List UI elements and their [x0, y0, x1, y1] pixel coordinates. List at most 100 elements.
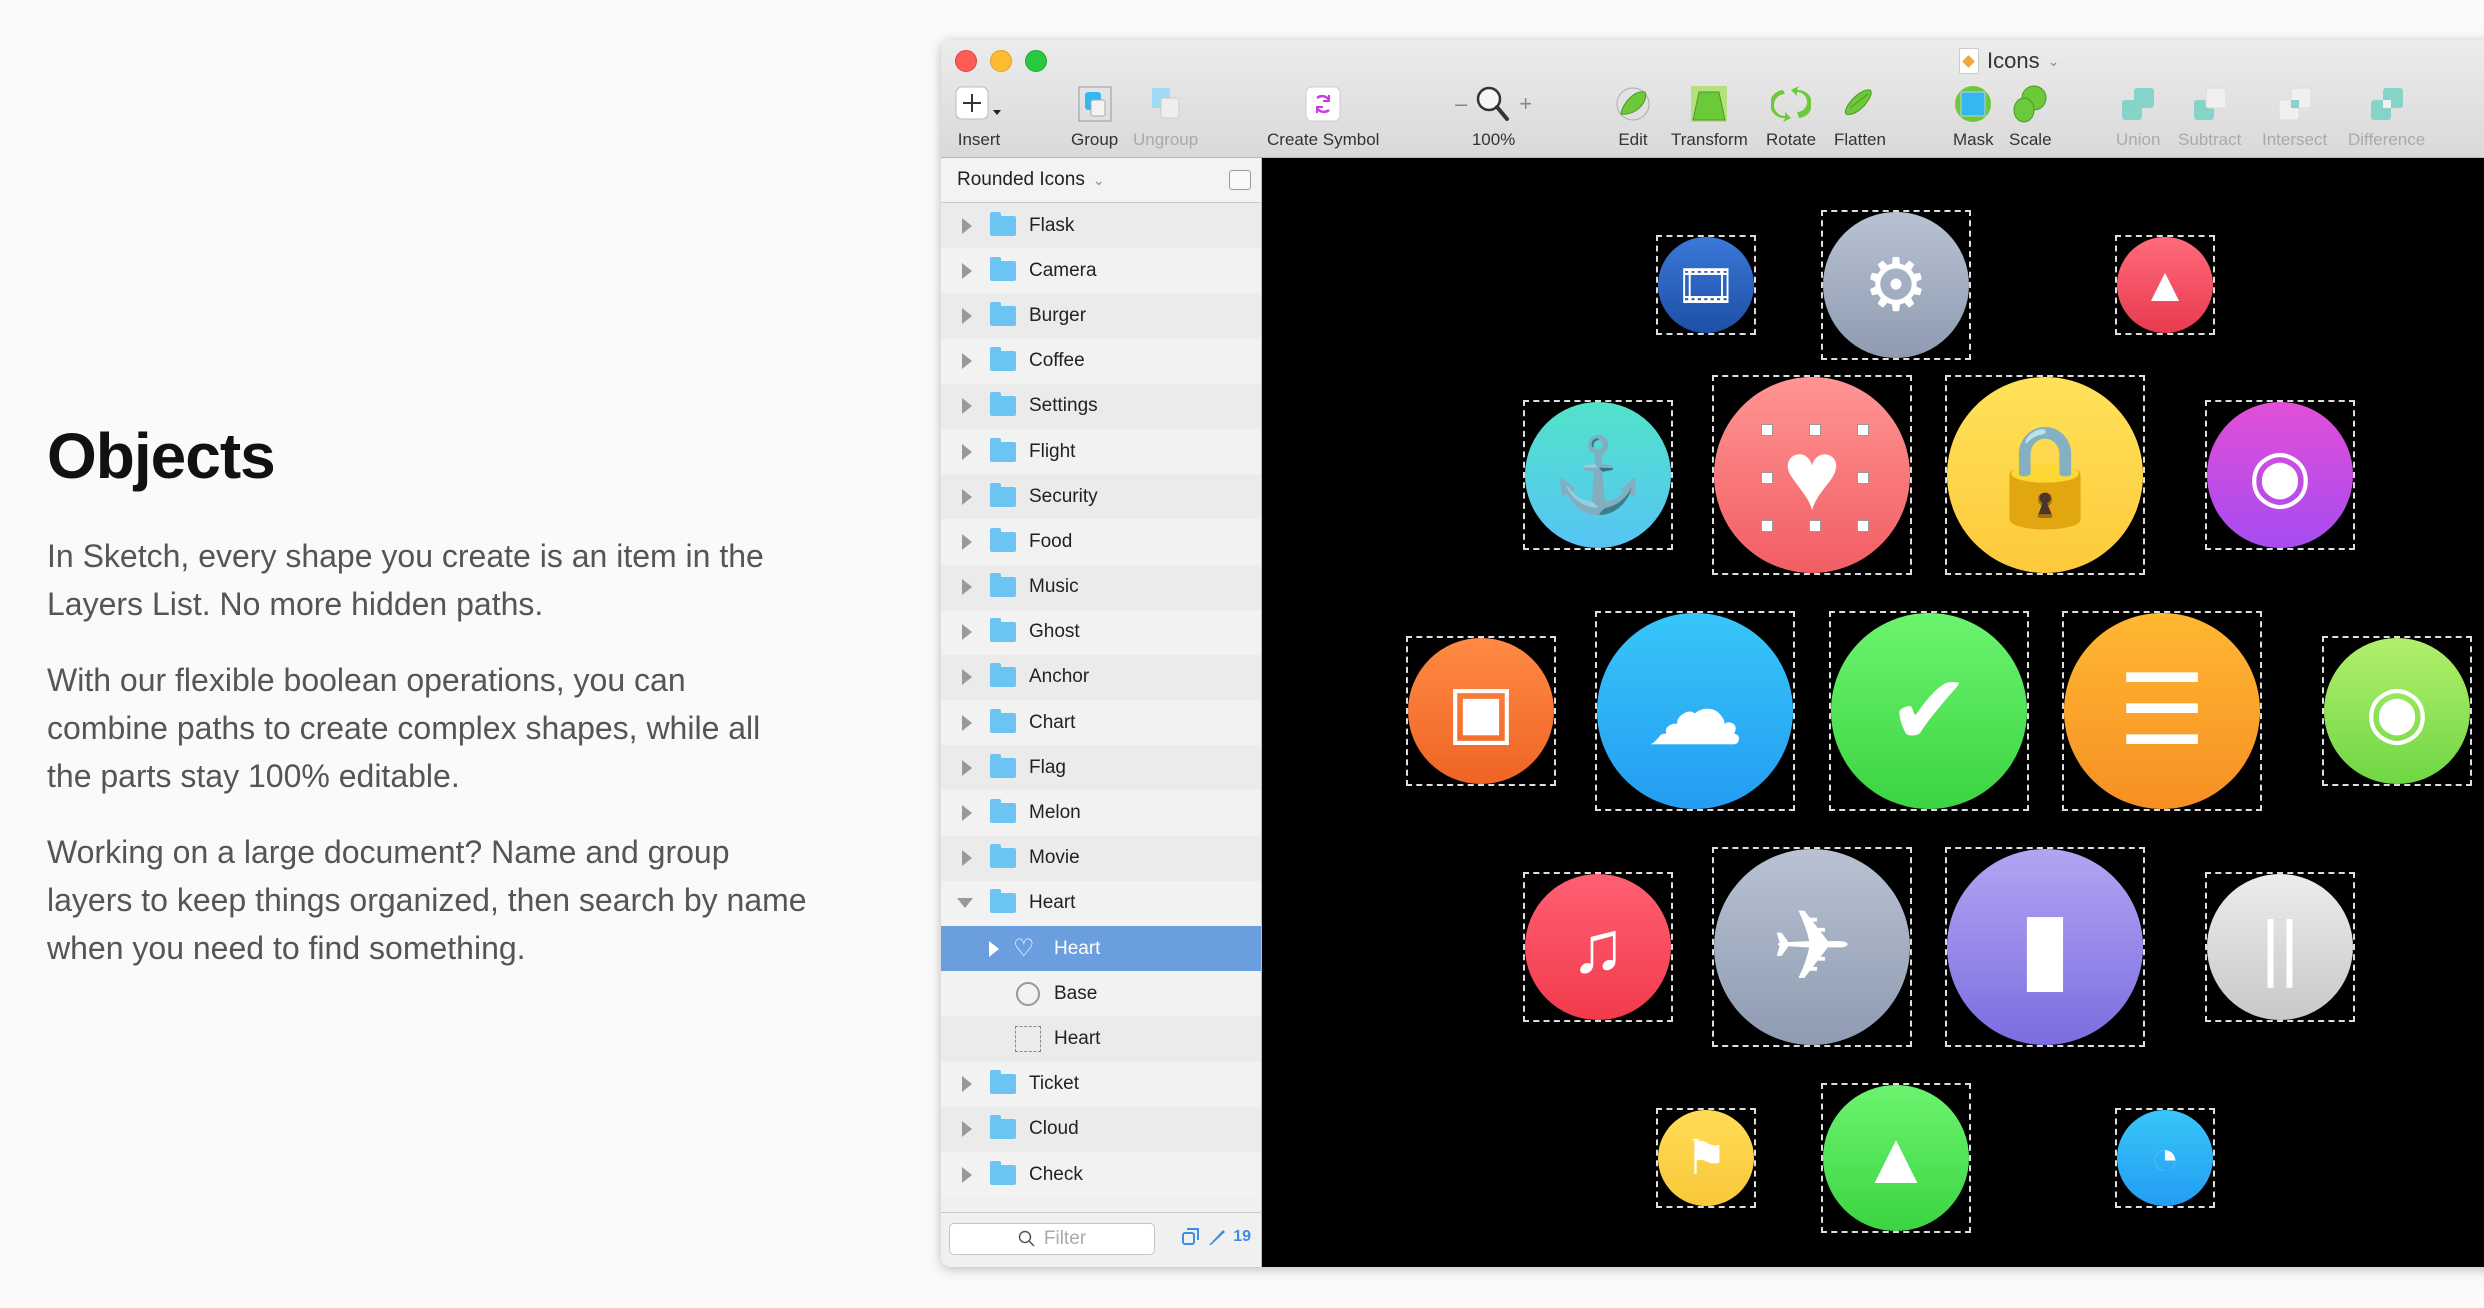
folder-icon — [990, 708, 1016, 733]
symbols-filter-icon[interactable] — [1181, 1227, 1201, 1247]
disclosure-triangle-icon[interactable] — [962, 669, 972, 686]
disclosure-triangle-icon[interactable] — [962, 759, 972, 776]
minimize-button[interactable] — [990, 50, 1012, 72]
document-title[interactable]: Icons ⌄ — [1959, 48, 2059, 74]
zoom-out-button[interactable]: – — [1455, 91, 1467, 117]
disclosure-triangle-icon[interactable] — [962, 353, 972, 370]
disclosure-triangle-icon[interactable] — [962, 1121, 972, 1138]
union-button[interactable]: Union — [2116, 82, 2160, 150]
collapse-pages-icon[interactable] — [1229, 170, 1251, 190]
disclosure-triangle-icon[interactable] — [962, 579, 972, 596]
selection-handle[interactable] — [1857, 520, 1869, 532]
layer-row[interactable]: Check — [941, 1151, 1261, 1198]
layer-row[interactable]: Flask — [941, 203, 1261, 249]
layer-row[interactable]: Music — [941, 564, 1261, 610]
transform-button[interactable]: Transform — [1671, 82, 1748, 150]
canvas-icon-burger[interactable]: ☰ — [2062, 611, 2262, 811]
ungroup-button[interactable]: Ungroup — [1133, 82, 1198, 150]
disclosure-triangle-icon[interactable] — [962, 262, 972, 279]
canvas-icon-camera[interactable]: ◉ — [2322, 636, 2472, 786]
layer-row[interactable]: Flight — [941, 428, 1261, 475]
disclosure-triangle-icon[interactable] — [962, 805, 972, 822]
intro-title: Objects — [47, 420, 276, 492]
disclosure-triangle-icon[interactable] — [962, 1166, 972, 1183]
layer-row[interactable]: Movie — [941, 835, 1261, 881]
scale-button[interactable]: Scale — [2009, 82, 2052, 150]
canvas-icon-flag[interactable]: ⚑ — [1656, 1108, 1756, 1208]
layer-row[interactable]: Heart — [941, 880, 1261, 926]
disclosure-triangle-icon[interactable] — [962, 714, 972, 731]
disclosure-triangle-icon[interactable] — [962, 217, 972, 234]
canvas-icon-melon[interactable]: ▲ — [2115, 235, 2215, 335]
layer-row[interactable]: Ticket — [941, 1061, 1261, 1107]
canvas-icon-anchor[interactable]: ⚓ — [1523, 400, 1673, 550]
layer-row[interactable]: Ghost — [941, 609, 1261, 655]
flatten-button[interactable]: Flatten — [1834, 82, 1886, 150]
insert-button[interactable]: Insert — [955, 82, 1003, 150]
layer-name: Chart — [1029, 711, 1076, 733]
canvas[interactable]: 🎞 ⚙ ▲ ⚓ ♥ 🔒 ◉ ▣ ☁ ✔ ☰ ◉ ♫ ✈ ▮ || ⚑ ▲ ◔ — [1262, 158, 2484, 1267]
layer-row[interactable]: Melon — [941, 790, 1261, 836]
disclosure-triangle-icon[interactable] — [962, 443, 972, 460]
layer-name: Base — [1054, 982, 1098, 1004]
layer-row[interactable]: Heart — [941, 1016, 1261, 1062]
canvas-icon-cloud[interactable]: ☁ — [1595, 611, 1795, 811]
layer-row[interactable]: Base — [941, 971, 1261, 1017]
layer-row[interactable]: Security — [941, 474, 1261, 520]
canvas-icon-ticket[interactable]: ▣ — [1406, 636, 1556, 786]
layer-row[interactable]: Food — [941, 519, 1261, 565]
canvas-icon-movie[interactable]: 🎞 — [1656, 235, 1756, 335]
canvas-icon-heart[interactable]: ♥ — [1712, 375, 1912, 575]
subtract-button[interactable]: Subtract — [2178, 82, 2241, 150]
selection-handle[interactable] — [1809, 520, 1821, 532]
selection-handle[interactable] — [1857, 472, 1869, 484]
canvas-icon-settings[interactable]: ⚙ — [1821, 210, 1971, 360]
edited-filter-icon[interactable] — [1207, 1227, 1227, 1247]
disclosure-triangle-icon[interactable] — [989, 940, 999, 957]
layer-row[interactable]: Burger — [941, 293, 1261, 339]
close-button[interactable] — [955, 50, 977, 72]
canvas-icon-flask[interactable]: ▲ — [1821, 1083, 1971, 1233]
group-button[interactable]: Group — [1071, 82, 1118, 150]
selection-handle[interactable] — [1761, 520, 1773, 532]
zoom-button[interactable] — [1025, 50, 1047, 72]
difference-button[interactable]: Difference — [2348, 82, 2425, 150]
layer-row[interactable]: Cloud — [941, 1106, 1261, 1152]
disclosure-triangle-icon[interactable] — [962, 398, 972, 415]
canvas-icon-flight[interactable]: ✈ — [1712, 847, 1912, 1047]
rotate-button[interactable]: Rotate — [1766, 82, 1816, 150]
zoom-in-button[interactable]: + — [1519, 91, 1532, 117]
disclosure-triangle-icon[interactable] — [962, 1076, 972, 1093]
filter-input[interactable]: Filter — [949, 1223, 1155, 1255]
disclosure-triangle-icon[interactable] — [962, 307, 972, 324]
layer-row[interactable]: Chart — [941, 700, 1261, 746]
layer-row[interactable]: ♡ Heart — [941, 926, 1261, 972]
canvas-icon-chart[interactable]: ◔ — [2115, 1108, 2215, 1208]
canvas-icon-security[interactable]: 🔒 — [1945, 375, 2145, 575]
mask-button[interactable]: Mask — [1953, 82, 1994, 150]
create-symbol-button[interactable]: Create Symbol — [1267, 82, 1379, 150]
disclosure-triangle-icon[interactable] — [962, 533, 972, 550]
canvas-icon-music[interactable]: ♫ — [1523, 872, 1673, 1022]
edit-button[interactable]: Edit — [1613, 82, 1653, 150]
selection-handle[interactable] — [1761, 472, 1773, 484]
canvas-icon-food[interactable]: || — [2205, 872, 2355, 1022]
canvas-icon-check[interactable]: ✔ — [1829, 611, 2029, 811]
disclosure-triangle-icon[interactable] — [962, 488, 972, 505]
layer-row[interactable]: Coffee — [941, 338, 1261, 384]
layer-row[interactable]: Flag — [941, 745, 1261, 791]
selection-handle[interactable] — [1857, 424, 1869, 436]
canvas-icon-coffee[interactable]: ▮ — [1945, 847, 2145, 1047]
canvas-icon-ghost[interactable]: ◉ — [2205, 400, 2355, 550]
disclosure-triangle-icon[interactable] — [962, 624, 972, 641]
intersect-button[interactable]: Intersect — [2262, 82, 2327, 150]
layer-row[interactable]: Anchor — [941, 654, 1261, 701]
layer-row[interactable]: Settings — [941, 383, 1261, 429]
page-selector[interactable]: Rounded Icons ⌄ — [941, 158, 1261, 203]
layer-row[interactable]: Camera — [941, 248, 1261, 294]
mask-icon — [1953, 82, 1993, 126]
disclosure-triangle-icon[interactable] — [962, 850, 972, 867]
selection-handle[interactable] — [1809, 424, 1821, 436]
disclosure-triangle-icon[interactable] — [957, 898, 973, 909]
selection-handle[interactable] — [1761, 424, 1773, 436]
